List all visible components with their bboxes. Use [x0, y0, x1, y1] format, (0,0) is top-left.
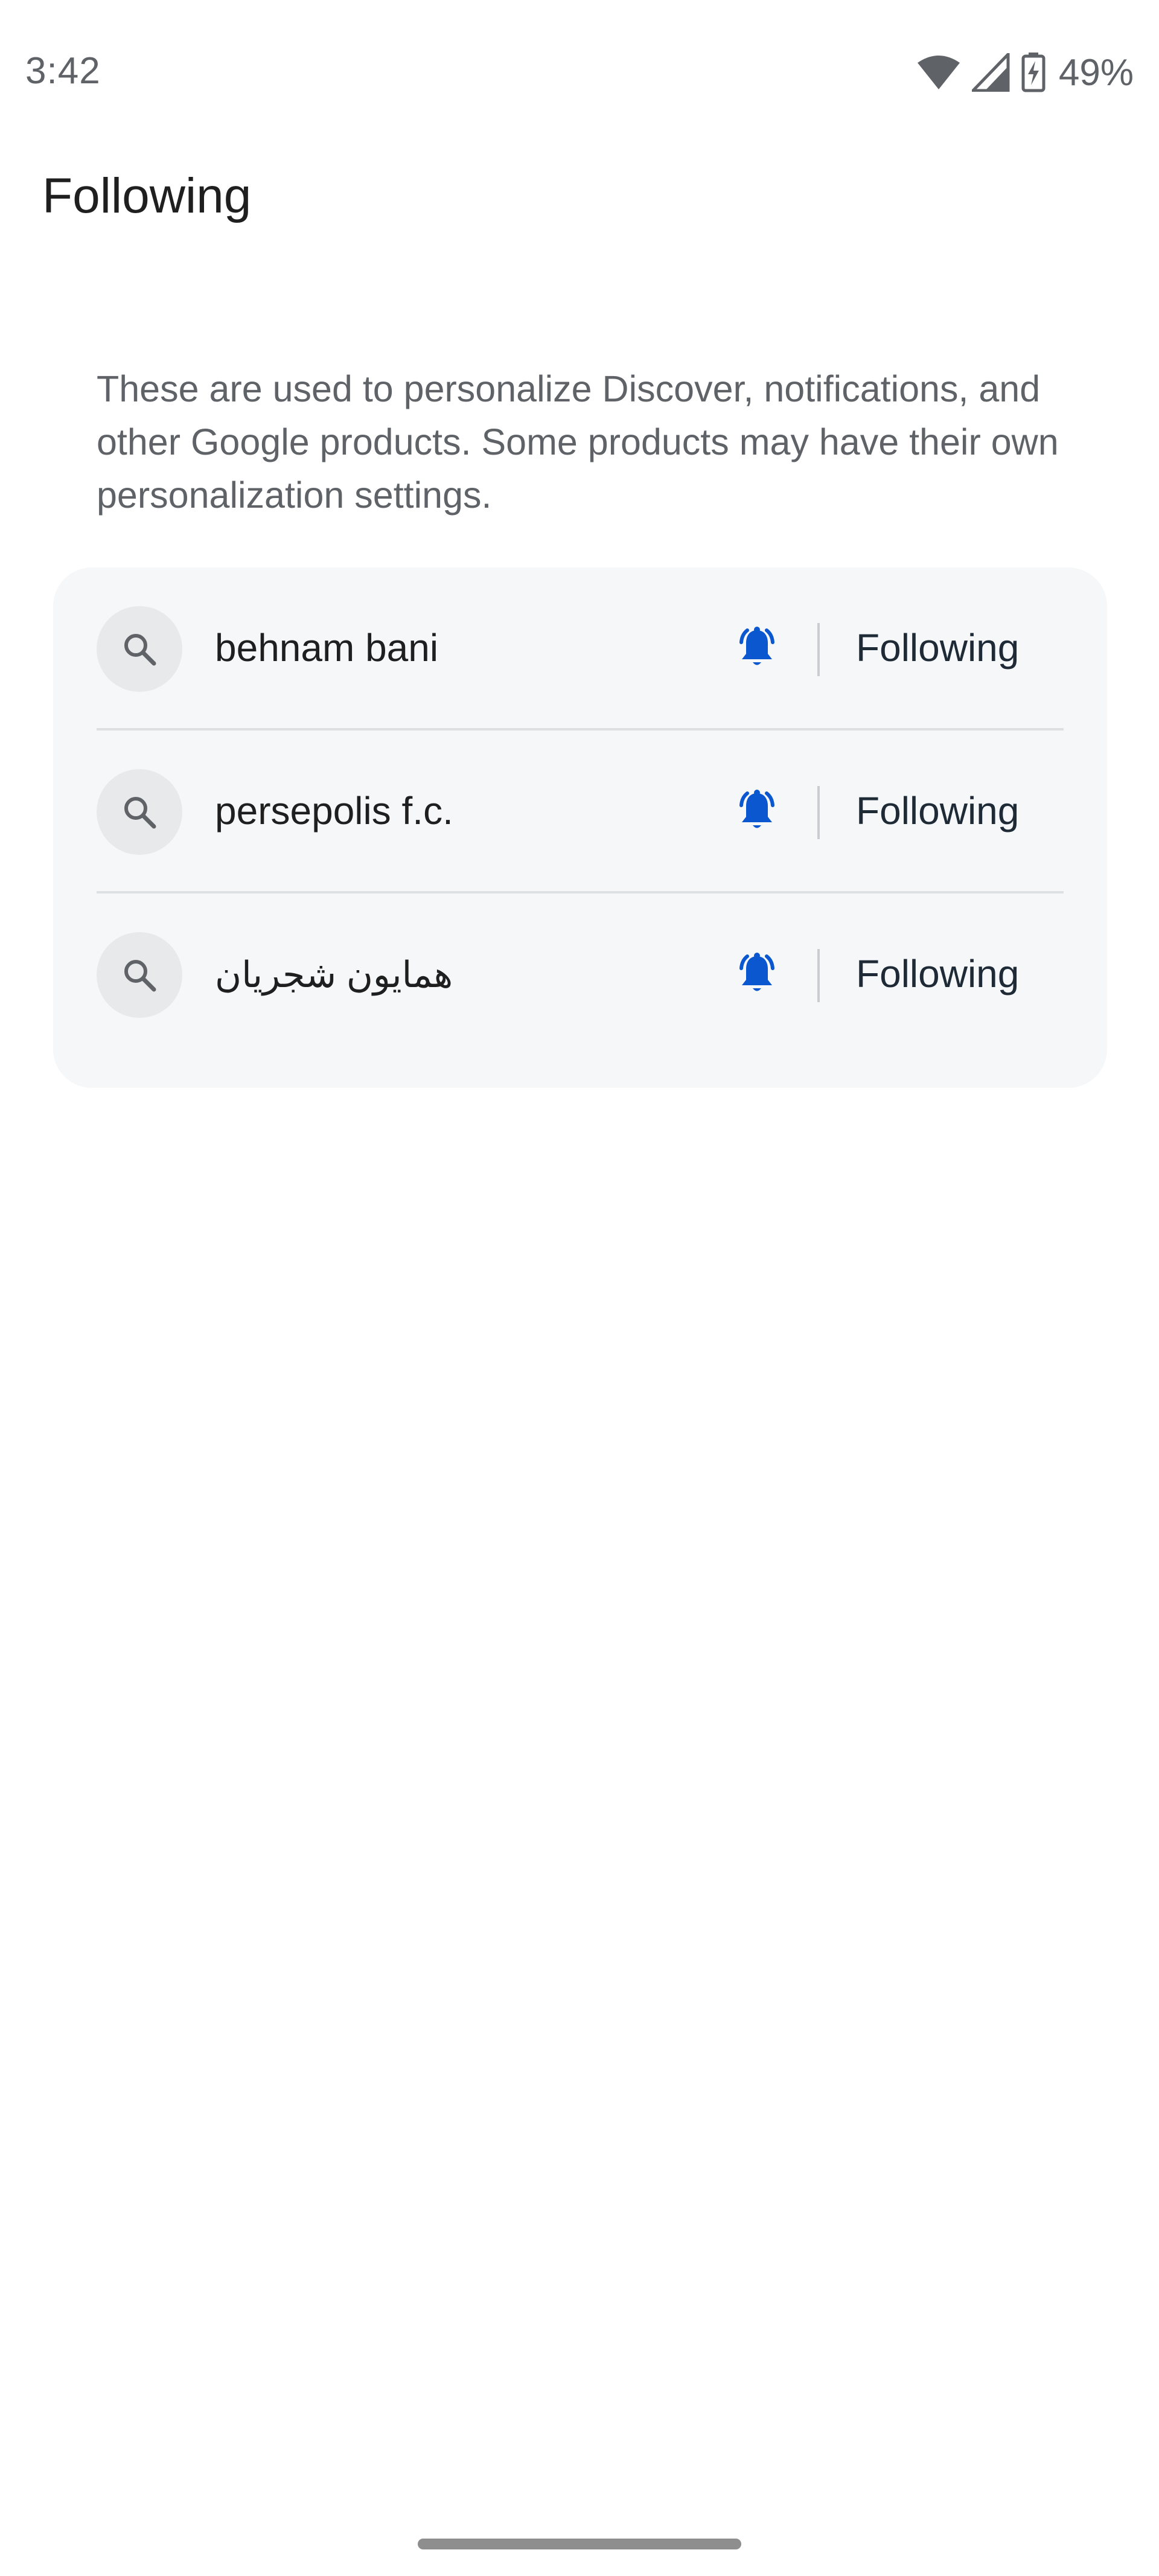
status-bar: 3:42 49% — [0, 0, 1159, 145]
gesture-nav-bar[interactable] — [418, 2539, 741, 2549]
search-icon — [97, 606, 182, 692]
wifi-icon — [916, 54, 961, 91]
notification-bell-icon[interactable] — [727, 618, 787, 679]
divider — [817, 786, 820, 839]
following-button[interactable]: Following — [856, 788, 1019, 833]
notification-bell-icon[interactable] — [727, 781, 787, 842]
search-icon — [97, 932, 182, 1018]
topic-name: behnam bani — [215, 626, 439, 670]
page-description: These are used to personalize Discover, … — [97, 368, 1059, 516]
topic-row[interactable]: persepolis f.c. Following — [53, 730, 1107, 893]
status-icons: 49% — [916, 42, 1134, 103]
following-topics-card: behnam bani Following persepolis f.c. Fo… — [53, 567, 1107, 1088]
search-icon — [97, 769, 182, 855]
battery-percent: 49% — [1058, 51, 1134, 94]
status-time: 3:42 — [25, 50, 101, 92]
battery-charging-icon — [1021, 53, 1046, 92]
cell-signal-icon — [971, 53, 1011, 92]
topic-name: همایون شجریان — [215, 954, 453, 995]
topic-row[interactable]: همایون شجریان Following — [53, 893, 1107, 1056]
topic-name: persepolis f.c. — [215, 789, 453, 833]
divider — [817, 623, 820, 676]
notification-bell-icon[interactable] — [727, 944, 787, 1005]
topic-row[interactable]: behnam bani Following — [53, 567, 1107, 730]
page-title: Following — [42, 168, 252, 223]
divider — [817, 949, 820, 1002]
following-button[interactable]: Following — [856, 625, 1019, 670]
following-button[interactable]: Following — [856, 951, 1019, 996]
